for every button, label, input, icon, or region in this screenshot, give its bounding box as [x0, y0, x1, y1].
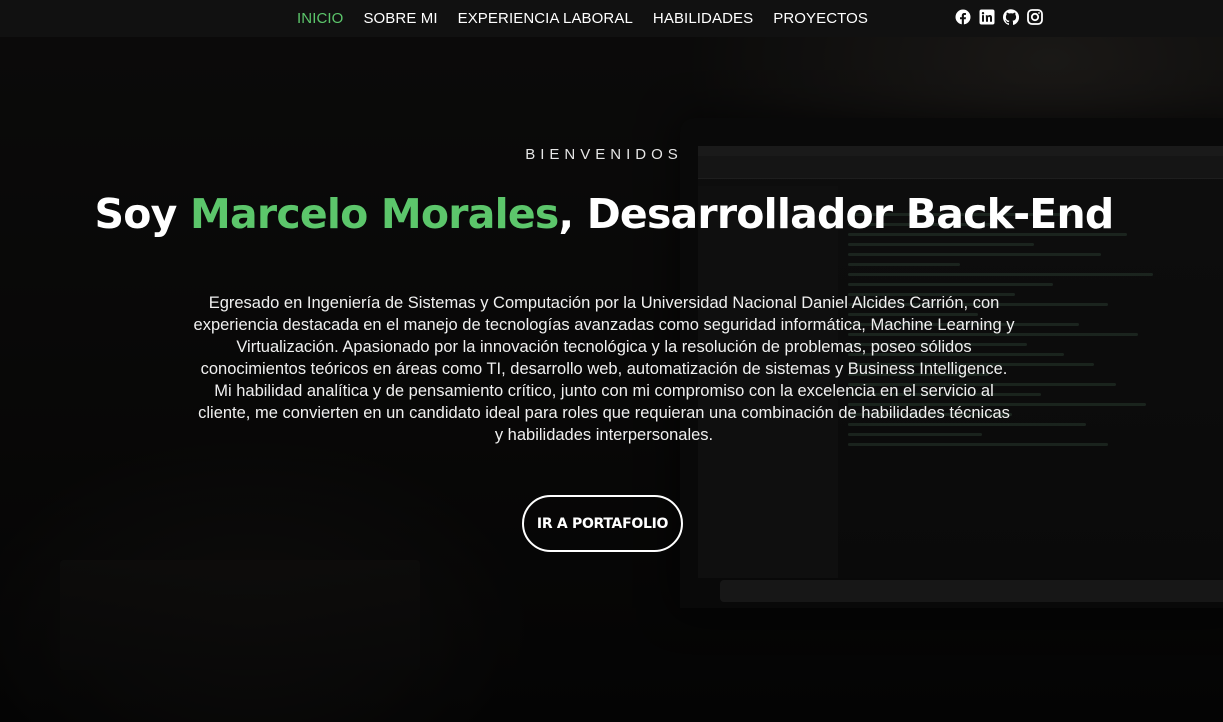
intro-paragraph: Egresado en Ingeniería de Sistemas y Com…	[193, 294, 1015, 444]
github-icon[interactable]	[1003, 9, 1019, 25]
nav-item-inicio[interactable]: INICIO	[297, 10, 343, 27]
welcome-eyebrow: BIENVENIDOS	[525, 146, 683, 163]
social-links	[955, 9, 1043, 25]
headline-name: Marcelo Morales	[190, 190, 559, 238]
nav-item-experiencia-laboral[interactable]: EXPERIENCIA LABORAL	[458, 10, 633, 27]
linkedin-icon[interactable]	[979, 9, 995, 25]
hero-section: BIENVENIDOS Soy Marcelo Morales, Desarro…	[0, 0, 1223, 722]
nav-item-proyectos[interactable]: PROYECTOS	[773, 10, 868, 27]
nav-item-sobre-mi[interactable]: SOBRE MI	[363, 10, 437, 27]
headline-prefix: Soy	[94, 190, 191, 238]
page: INICIO SOBRE MI EXPERIENCIA LABORAL HABI…	[0, 0, 1223, 722]
facebook-icon[interactable]	[955, 9, 971, 25]
instagram-icon[interactable]	[1027, 9, 1043, 25]
hero-headline: Soy Marcelo Morales, Desarrollador Back-…	[0, 190, 1208, 238]
headline-suffix: , Desarrollador Back-End	[558, 190, 1114, 238]
navbar: INICIO SOBRE MI EXPERIENCIA LABORAL HABI…	[0, 0, 1223, 37]
portfolio-button[interactable]: IR A PORTAFOLIO	[522, 495, 683, 552]
nav-item-habilidades[interactable]: HABILIDADES	[653, 10, 753, 27]
nav-links: INICIO SOBRE MI EXPERIENCIA LABORAL HABI…	[297, 0, 868, 37]
